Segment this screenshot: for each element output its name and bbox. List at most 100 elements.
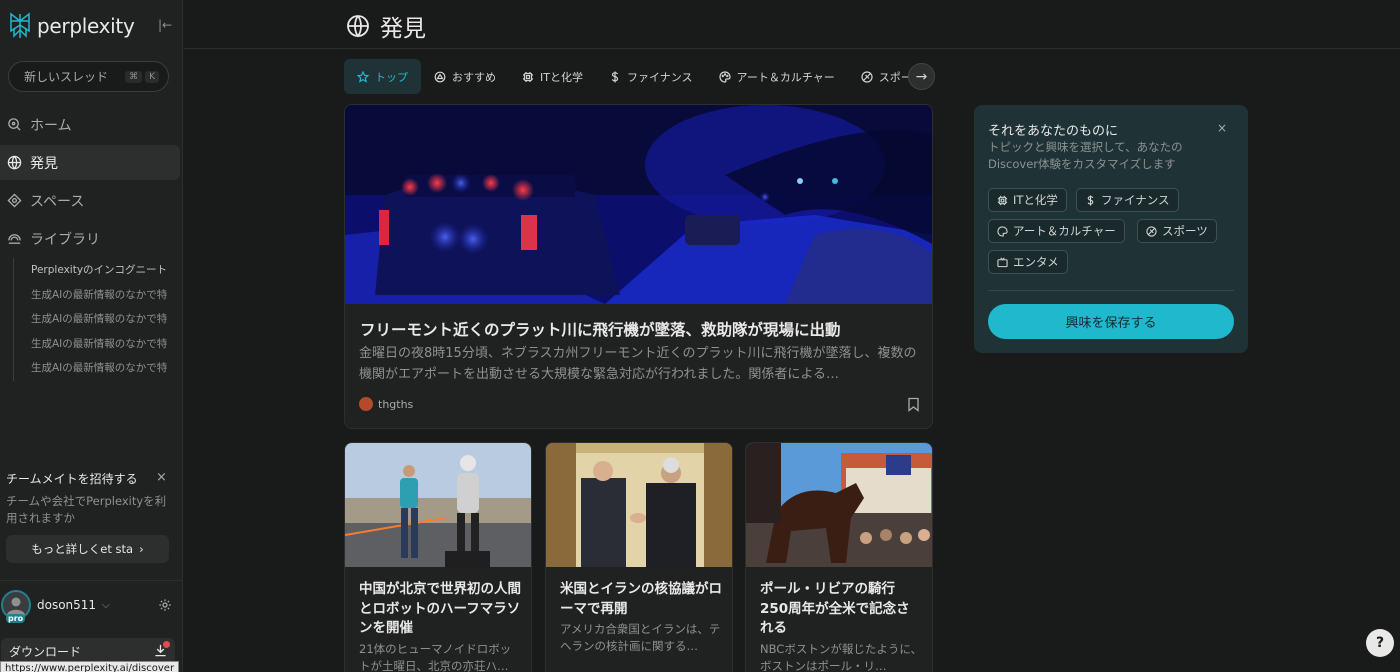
card-desc: NBCボストンが報じたように、ボストンはポール・リ… [760,642,922,672]
sparkle-icon [434,71,446,82]
library-item[interactable]: 生成AIの最新情報のなかで特 [14,356,171,381]
source-avatar-icon [359,397,373,411]
tv-icon [997,257,1008,267]
page-title: 発見 [380,16,426,42]
spaces-icon [7,193,22,208]
collapse-sidebar-icon[interactable]: |← [157,18,173,34]
hero-source[interactable]: thgths [359,397,413,411]
cmd-key: ⌘ [125,70,143,83]
interest-chip-tech[interactable]: ITと化学 [988,188,1067,212]
tab-label: ITと化学 [540,70,583,84]
card-title[interactable]: 米国とイランの核協議がローマで再開 [560,580,722,619]
news-card[interactable]: 中国が北京で世界初の人間とロボットのハーフマラソンを開催 21体のヒューマノイド… [344,442,532,672]
url-tooltip: https://www.perplexity.ai/discover [0,661,180,672]
interest-chip-arts[interactable]: アート＆カルチャー [988,219,1125,243]
ball-icon [861,70,873,83]
shortcut-keys: ⌘ K [125,70,159,83]
panel-divider [988,290,1234,291]
chip-label: ITと化学 [1013,193,1058,207]
palette-icon [718,70,731,83]
card-image [746,443,932,567]
globe-icon [7,155,22,170]
card-title[interactable]: 中国が北京で世界初の人間とロボットのハーフマラソンを開催 [359,580,521,639]
personalize-title: それをあなたのものに [988,124,1119,139]
tab-top[interactable]: トップ [344,59,421,94]
tabs-scroll-right-button[interactable]: → [908,63,935,90]
notification-dot [163,641,170,648]
tab-finance[interactable]: ファイナンス [596,59,706,94]
interest-chip-entertainment[interactable]: エンタメ [988,250,1068,274]
perplexity-logo-icon [10,12,30,38]
card-desc: 21体のヒューマノイドロボットが土曜日、北京の亦荘ハ… [359,642,512,672]
hero-image [345,105,932,304]
nav-home-label: ホーム [30,117,72,134]
hero-title[interactable]: フリーモント近くのプラット川に飛行機が墜落、救助隊が現場に出動 [360,318,841,340]
star-icon [357,70,369,83]
sidebar: perplexity |← 新しいスレッド ⌘ K ホーム 発見 スペース ライ… [0,0,183,672]
nav-library[interactable]: ライブラリ [0,221,180,256]
library-item[interactable]: Perplexityのインコグニート [14,258,171,283]
card-image [546,443,732,567]
close-icon[interactable]: × [1217,121,1227,135]
user-menu[interactable]: pro doson511 ⌵ [1,590,110,623]
invite-desc: チームや会社でPerplexityを利用されますか [6,494,167,525]
hero-desc: 金曜日の夜8時15分頃、ネブラスカ州フリーモント近くのプラット川に飛行機が墜落し… [359,346,917,382]
bookmark-icon[interactable] [907,397,920,412]
globe-icon [347,15,369,38]
ball-icon [1146,225,1157,237]
new-thread-label: 新しいスレッド [24,70,109,84]
library-item[interactable]: 生成AIの最新情報のなかで特 [14,283,171,308]
pro-badge: pro [6,614,26,623]
username: doson511 [37,598,97,612]
learn-more-button[interactable]: もっと詳しくet sta › [6,535,169,563]
interest-chip-finance[interactable]: ファイナンス [1076,188,1179,212]
card-title[interactable]: ポール・リビアの騎行250周年が全米で記念される [760,580,922,639]
chip-icon [997,195,1008,205]
dollar-icon [611,71,619,82]
tab-label: ファイナンス [626,70,693,84]
logo[interactable]: perplexity [8,12,135,40]
invite-title: チームメイトを招待する [6,472,138,486]
chip-label: ファイナンス [1101,193,1170,207]
invite-close-icon[interactable]: × [156,470,167,485]
nav-home[interactable]: ホーム [0,107,180,142]
new-thread-button[interactable]: 新しいスレッド ⌘ K [8,61,169,92]
tab-arts-culture[interactable]: アート＆カルチャー [706,59,848,94]
library-item[interactable]: 生成AIの最新情報のなかで特 [14,332,171,357]
save-interests-button[interactable]: 興味を保存する [988,304,1234,339]
chevron-right-icon: › [139,542,144,556]
nav-discover-label: 発見 [30,155,58,172]
chip-label: スポーツ [1162,224,1208,238]
gear-icon[interactable] [158,598,172,612]
news-card[interactable]: ポール・リビアの騎行250周年が全米で記念される NBCボストンが報じたように、… [745,442,933,672]
card-image [345,443,531,567]
help-button[interactable]: ? [1366,629,1394,657]
avatar: pro [1,590,31,623]
nav-discover[interactable]: 発見 [0,145,180,180]
personalize-panel: それをあなたのものに × トピックと興味を選択して、あなたのDiscover体験… [974,105,1248,353]
tab-label: おすすめ [452,70,496,84]
tab-recommended[interactable]: おすすめ [421,59,509,94]
chip-label: アート＆カルチャー [1013,224,1116,238]
k-key: K [145,70,159,83]
topic-tabs: トップ おすすめ ITと化学 ファイナンス アート＆カルチャー スポーツ [344,59,936,94]
nav-library-label: ライブラリ [30,231,100,248]
library-list: Perplexityのインコグニート 生成AIの最新情報のなかで特 生成AIの最… [13,258,171,381]
tab-label: アート＆カルチャー [736,70,835,84]
palette-icon [997,225,1008,237]
library-icon [8,234,21,244]
invite-panel: チームメイトを招待する × チームや会社でPerplexityを利用されますか … [6,470,176,563]
page-title-wrap: 発見 [346,9,426,43]
tab-tech-science[interactable]: ITと化学 [509,59,596,94]
dollar-icon [1087,194,1094,206]
news-card[interactable]: 米国とイランの核協議がローマで再開 アメリカ合衆国とイランは、テヘランの核計画に… [545,442,733,672]
library-item[interactable]: 生成AIの最新情報のなかで特 [14,307,171,332]
interest-chip-sports[interactable]: スポーツ [1137,219,1217,243]
learn-more-label: もっと詳しくet sta [31,542,134,556]
logo-text: perplexity [37,14,135,38]
hero-card[interactable]: フリーモント近くのプラット川に飛行機が墜落、救助隊が現場に出動 金曜日の夜8時1… [344,104,933,429]
nav-spaces[interactable]: スペース [0,183,180,218]
header: 発見 [184,0,1400,49]
search-icon [8,118,21,131]
chevron-down-icon: ⌵ [102,599,110,611]
